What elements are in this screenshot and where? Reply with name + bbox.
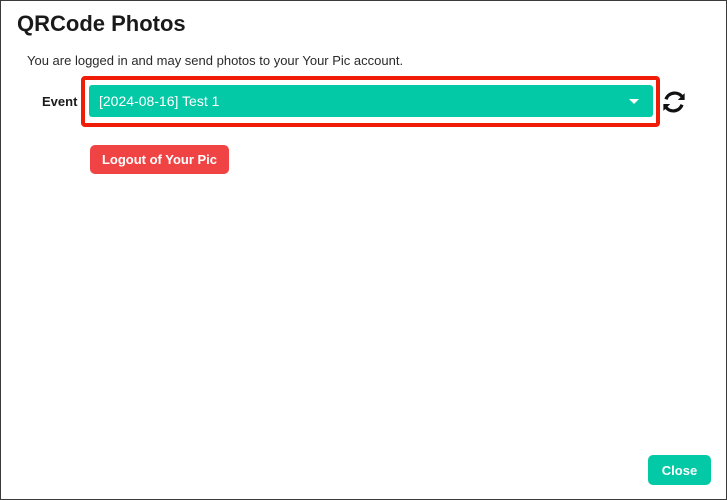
event-select[interactable]: [2024-08-16] Test 1	[89, 85, 653, 117]
refresh-icon-graphic	[663, 91, 685, 113]
event-label: Event	[42, 94, 78, 109]
chevron-down-icon	[629, 99, 639, 104]
refresh-icon[interactable]	[661, 89, 687, 115]
logout-button[interactable]: Logout of Your Pic	[90, 145, 229, 174]
close-button[interactable]: Close	[648, 455, 711, 485]
qrcode-photos-dialog: QRCode Photos You are logged in and may …	[0, 0, 727, 500]
event-select-value: [2024-08-16] Test 1	[99, 93, 220, 109]
dialog-title: QRCode Photos	[17, 11, 186, 36]
login-status-text: You are logged in and may send photos to…	[27, 53, 404, 68]
